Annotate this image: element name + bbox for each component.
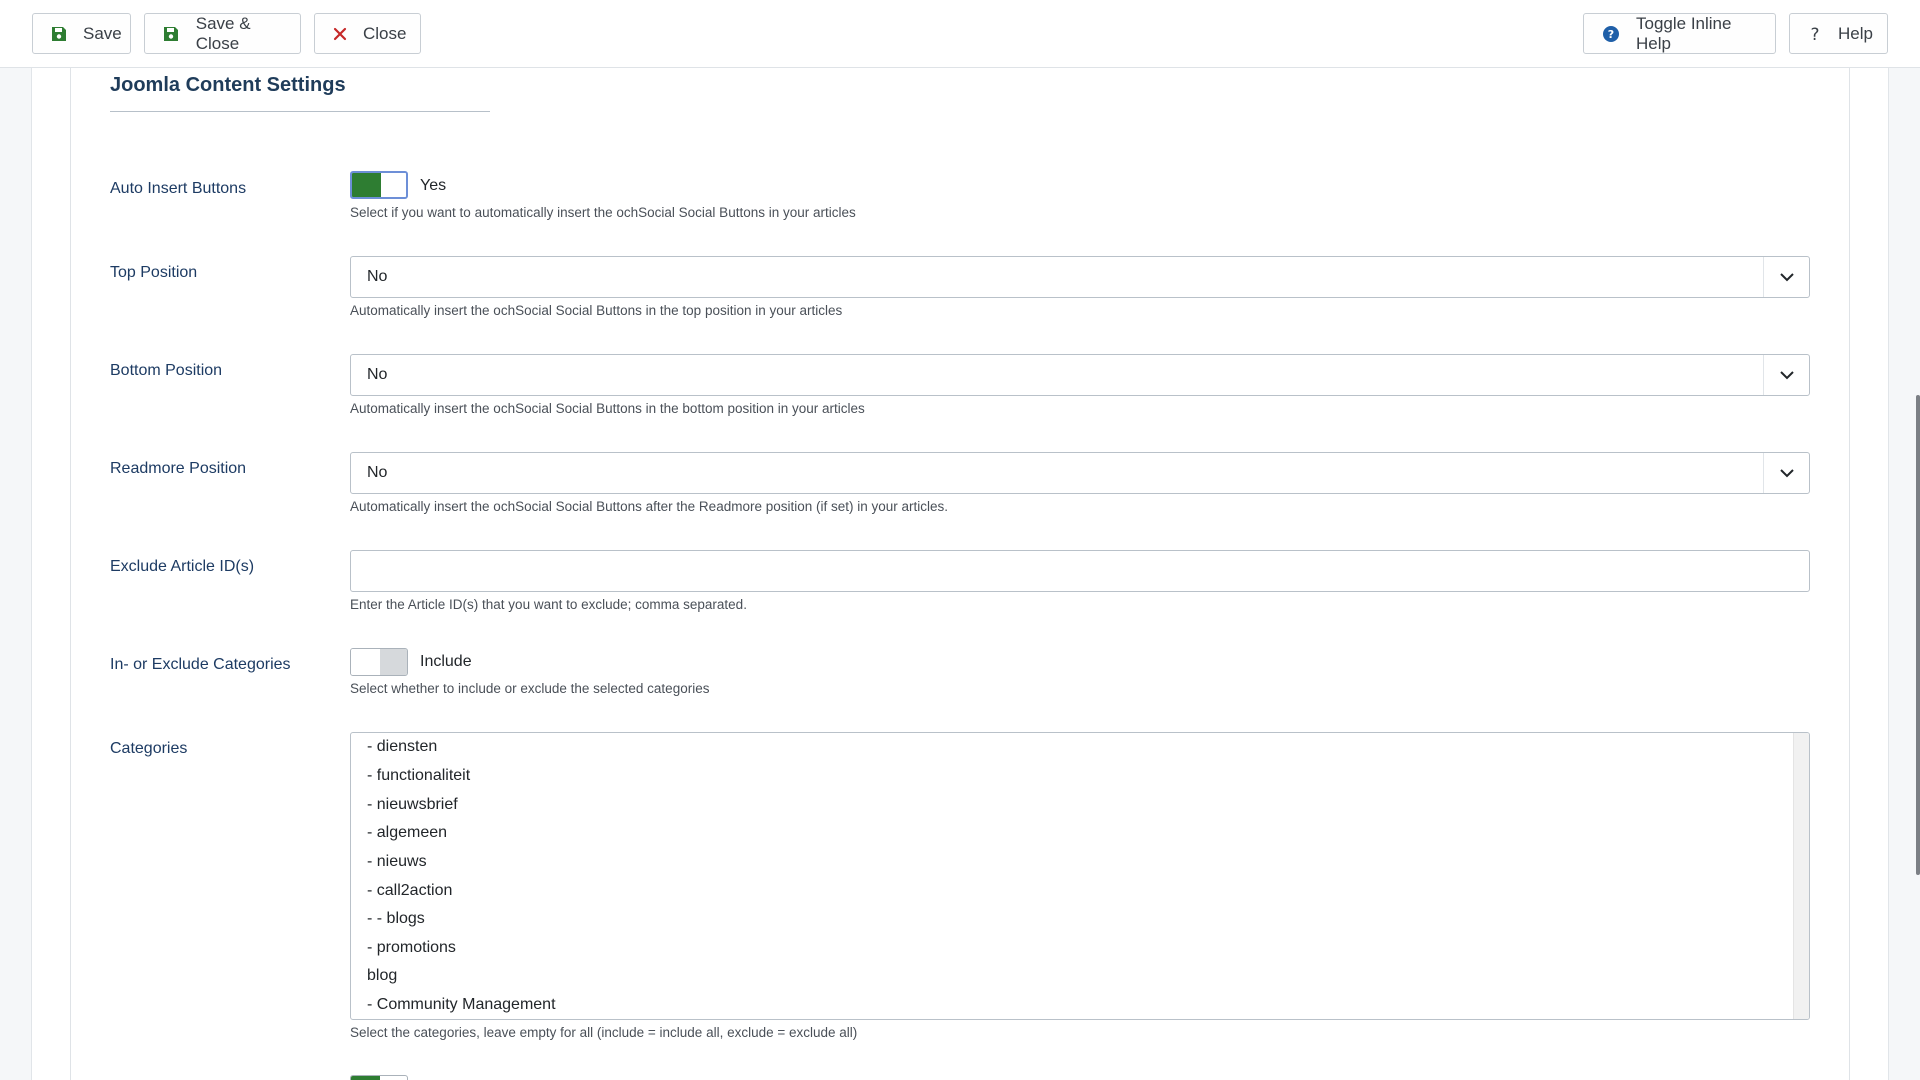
section-divider — [110, 111, 490, 112]
floppy-disk-icon — [163, 24, 180, 44]
top-position-value: No — [367, 268, 388, 285]
top-position-description: Automatically insert the ochSocial Socia… — [350, 303, 843, 318]
list-item[interactable]: blog — [367, 967, 397, 985]
readmore-position-description: Automatically insert the ochSocial Socia… — [350, 499, 949, 514]
chevron-down-icon — [1763, 453, 1809, 493]
save-button-label: Save — [83, 23, 122, 43]
list-item[interactable]: - Community Management — [367, 996, 556, 1014]
floppy-disk-icon — [51, 24, 67, 44]
section-title: Joomla Content Settings — [110, 74, 346, 96]
chevron-down-icon — [1763, 257, 1809, 297]
in-exclude-categories-switch[interactable] — [350, 648, 408, 676]
auto-insert-value: Yes — [420, 177, 447, 194]
readmore-position-select[interactable]: No — [350, 452, 1810, 494]
page-scrollbar[interactable] — [1916, 395, 1920, 875]
categories-description: Select the categories, leave empty for a… — [350, 1025, 858, 1040]
in-exclude-categories-label: In- or Exclude Categories — [110, 656, 291, 673]
auto-insert-label: Auto Insert Buttons — [110, 180, 247, 197]
list-item[interactable]: - nieuwsbrief — [367, 796, 458, 814]
readmore-position-label: Readmore Position — [110, 460, 247, 477]
exclude-ids-description: Enter the Article ID(s) that you want to… — [350, 597, 747, 612]
close-button-label: Close — [363, 23, 407, 43]
exclude-ids-input[interactable] — [350, 550, 1810, 592]
question-circle-icon: ? — [1602, 24, 1620, 44]
help-button-label: Help — [1838, 23, 1873, 43]
bottom-position-description: Automatically insert the ochSocial Socia… — [350, 401, 865, 416]
listbox-scrollbar[interactable] — [1793, 733, 1809, 1019]
categories-listbox[interactable]: - diensten - functionaliteit - nieuwsbri… — [350, 732, 1810, 1020]
list-item[interactable]: - functionaliteit — [367, 767, 470, 785]
question-mark-icon: ? — [1808, 24, 1822, 44]
save-and-close-button[interactable]: Save & Close — [144, 13, 301, 54]
list-item[interactable]: - diensten — [367, 738, 437, 756]
list-item[interactable]: - call2action — [367, 882, 452, 900]
readmore-position-value: No — [367, 464, 388, 481]
top-position-label: Top Position — [110, 264, 198, 281]
close-icon — [333, 24, 347, 44]
bottom-position-value: No — [367, 366, 388, 383]
svg-text:?: ? — [1810, 25, 1819, 43]
save-button[interactable]: Save — [32, 13, 131, 54]
help-button[interactable]: ? Help — [1789, 13, 1888, 54]
top-position-select[interactable]: No — [350, 256, 1810, 298]
bottom-position-select[interactable]: No — [350, 354, 1810, 396]
next-setting-switch[interactable] — [350, 1075, 408, 1080]
list-item[interactable]: - algemeen — [367, 824, 447, 842]
exclude-ids-label: Exclude Article ID(s) — [110, 558, 255, 575]
bottom-position-label: Bottom Position — [110, 362, 223, 379]
close-button[interactable]: Close — [314, 13, 421, 54]
categories-label: Categories — [110, 740, 188, 757]
chevron-down-icon — [1763, 355, 1809, 395]
auto-insert-switch[interactable] — [350, 171, 408, 199]
toggle-inline-help-label: Toggle Inline Help — [1636, 13, 1732, 53]
list-item[interactable]: - nieuws — [367, 853, 427, 871]
svg-text:?: ? — [1608, 28, 1614, 41]
save-and-close-label: Save & Close — [195, 13, 251, 53]
auto-insert-description: Select if you want to automatically inse… — [350, 205, 856, 220]
in-exclude-categories-description: Select whether to include or exclude the… — [350, 681, 710, 696]
list-item[interactable]: - - blogs — [367, 910, 425, 928]
toggle-inline-help-button[interactable]: ? Toggle Inline Help — [1583, 13, 1776, 54]
page-gutter-left — [0, 68, 32, 1080]
toolbar: Save Save & Close Close ? Toggle Inline … — [0, 0, 1920, 68]
in-exclude-categories-value: Include — [420, 653, 472, 670]
list-item[interactable]: - promotions — [367, 939, 456, 957]
